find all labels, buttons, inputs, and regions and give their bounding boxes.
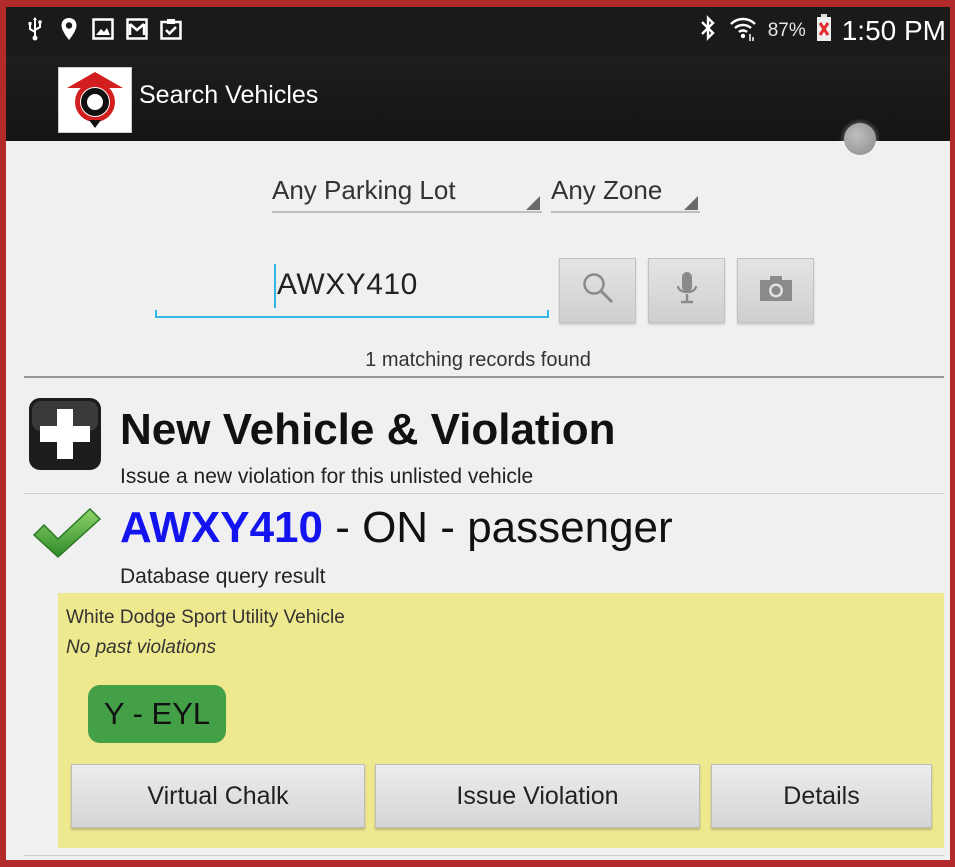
plate-number: AWXY410 xyxy=(120,503,323,552)
divider xyxy=(24,493,944,494)
search-icon xyxy=(581,271,615,310)
zone-dropdown[interactable]: Any Zone xyxy=(551,169,700,213)
new-vehicle-title: New Vehicle & Violation xyxy=(120,405,616,454)
search-value: AWXY410 xyxy=(277,268,418,301)
result-title: AWXY410 - ON - passenger xyxy=(120,503,673,553)
gmail-icon xyxy=(126,17,148,41)
dropdown-underline xyxy=(272,211,542,213)
bluetooth-icon xyxy=(698,14,718,47)
usb-icon xyxy=(24,17,46,41)
result-subtitle: Database query result xyxy=(120,565,326,588)
gallery-icon xyxy=(92,17,114,41)
virtual-chalk-button[interactable]: Virtual Chalk xyxy=(71,764,365,828)
parking-lot-value: Any Parking Lot xyxy=(272,175,456,205)
overflow-menu-button[interactable] xyxy=(844,123,876,155)
input-underline-tick xyxy=(547,310,549,318)
microphone-icon xyxy=(675,270,699,311)
past-violations-text: No past violations xyxy=(66,637,216,658)
app-screen: 87% 1:50 PM Search Vehicles Any Parking … xyxy=(6,7,950,860)
results-count: 1 matching records found xyxy=(365,349,591,371)
wifi-icon xyxy=(728,13,758,48)
page-title: Search Vehicles xyxy=(139,81,319,109)
divider xyxy=(24,855,944,856)
vehicle-description: White Dodge Sport Utility Vehicle xyxy=(66,607,345,628)
app-logo[interactable] xyxy=(58,67,132,133)
action-bar: Search Vehicles xyxy=(6,55,950,155)
battery-icon xyxy=(816,14,832,47)
location-icon xyxy=(58,17,80,41)
plus-icon xyxy=(28,397,102,471)
zone-permit-badge: Y - EYL xyxy=(88,685,226,743)
voice-input-button[interactable] xyxy=(648,258,725,323)
camera-icon xyxy=(758,273,794,308)
plate-search-input[interactable]: AWXY410 xyxy=(155,252,549,318)
dropdown-arrow-icon xyxy=(684,196,698,210)
input-underline xyxy=(155,316,549,318)
battery-percent: 87% xyxy=(767,19,806,41)
parking-lot-dropdown[interactable]: Any Parking Lot xyxy=(272,169,542,213)
search-button[interactable] xyxy=(559,258,636,323)
details-button[interactable]: Details xyxy=(711,764,932,828)
dropdown-underline xyxy=(551,211,700,213)
zone-value: Any Zone xyxy=(551,175,663,205)
plate-details: - ON - passenger xyxy=(322,503,673,552)
checkmark-icon xyxy=(32,507,102,559)
status-bar: 87% 1:50 PM xyxy=(6,7,950,55)
divider xyxy=(24,376,944,378)
clock: 1:50 PM xyxy=(841,14,946,46)
text-cursor xyxy=(274,264,276,308)
dropdown-arrow-icon xyxy=(526,196,540,210)
vehicle-detail-panel: White Dodge Sport Utility Vehicle No pas… xyxy=(58,593,944,848)
issue-violation-button[interactable]: Issue Violation xyxy=(375,764,700,828)
clipboard-icon xyxy=(160,17,182,41)
new-vehicle-subtitle: Issue a new violation for this unlisted … xyxy=(120,465,534,488)
camera-scan-button[interactable] xyxy=(737,258,814,323)
input-underline-tick xyxy=(155,310,157,318)
